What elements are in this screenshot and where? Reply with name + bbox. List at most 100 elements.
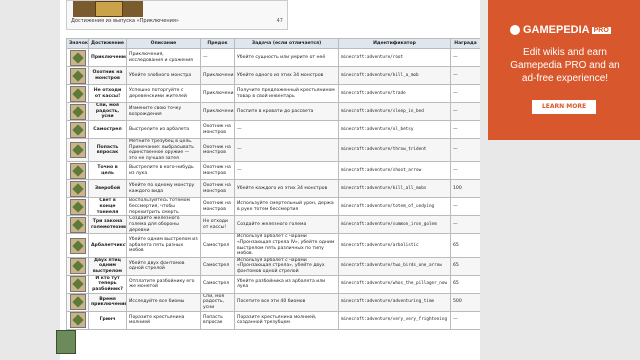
table-row: Три закона големотехникиСоздайте железно… [66,215,480,235]
advancement-reward: — [450,84,480,103]
advancement-reward: — [450,310,480,330]
advancement-description: Измените свою точку возрождения [126,102,201,121]
painting-image[interactable] [73,1,143,17]
learn-more-button[interactable]: LEARN MORE [532,100,596,114]
advancement-task: Создайте железного голема [234,215,339,235]
col-parent[interactable]: Предок [200,38,235,49]
advancement-id: minecraft:adventure/ol_betsy [338,120,451,139]
advancement-description: Метните трезубец в цель. Примечание: выб… [126,137,201,163]
advancement-frame-icon[interactable] [69,49,86,66]
ad-headline: Edit wikis and earn Gamepedia PRO and an… [510,47,620,84]
advancement-task: Убейте сущность или умрите от неё [234,48,339,67]
col-task[interactable]: Задача (если отличается) [234,38,339,49]
advancement-frame-icon[interactable] [69,142,86,159]
advancement-parent: Попасть впросак [200,310,235,330]
wiki-content: Достижения из выпуска «Приключения» 47 З… [60,0,480,360]
col-description[interactable]: Описание [126,38,201,49]
advancement-frame-icon[interactable] [69,67,86,84]
table-row: Гринч Поразите крестьянина молнией Попасть… [66,310,480,330]
col-icon[interactable]: Значок [66,38,89,49]
col-id[interactable]: Идентификатор [338,38,451,49]
table-row: Охотник на монстров Убейте злобного монст… [66,66,480,85]
advancement-frame-icon[interactable] [69,237,86,254]
advancement-description: Исследуйте все биомы [126,292,201,312]
advancement-frame-icon[interactable] [69,276,86,293]
table-row: И кто тут теперь разбойник? Отплатите раз… [66,274,480,294]
player-avatar [56,330,76,354]
advancement-icon [66,215,89,235]
advancement-frame-icon[interactable] [69,180,86,197]
advancement-icon [66,233,89,258]
advancement-name: Приключения [88,48,127,67]
advancement-id: minecraft:adventure/summon_iron_golem [338,215,451,235]
advancement-parent: Охотник на монстров [200,197,235,217]
advancement-icon [66,292,89,312]
advancement-icon [66,137,89,163]
advancement-name: Охотник на монстров [88,66,127,85]
advancement-task: Получите предложенный крестьянином товар… [234,84,339,103]
ad-banner[interactable]: GAMEPEDIA PRO Edit wikis and earn Gameped… [488,0,640,140]
advancement-icon [66,256,89,276]
advancement-description: Воспользуйтесь тотемом бессмертия, чтобы… [126,197,201,217]
advancement-name: Двух птиц одним выстрелом [88,256,127,276]
advancement-frame-icon[interactable] [69,258,86,275]
gamepedia-logo-icon [510,25,520,36]
advancement-parent: Охотник на монстров [200,120,235,139]
advancement-icon [66,102,89,121]
advancement-parent: Не отходи от кассы! [200,215,235,235]
advancement-description: Убейте одним выстрелом из арбалета пять … [126,233,201,258]
advancement-name: Точно в цель [88,161,127,181]
advancement-icon [66,66,89,85]
advancement-description: Выстрелите в кого-нибудь из лука [126,161,201,181]
advancement-frame-icon[interactable] [69,312,86,329]
gallery-number: 47 [276,18,283,24]
advancement-icon [66,120,89,139]
advancement-parent: Самострел [200,233,235,258]
advancement-name: И кто тут теперь разбойник? [88,274,127,294]
advancement-task: — [234,161,339,181]
table-row: Время приключений! Исследуйте все биомы Сп… [66,292,480,312]
advancement-frame-icon[interactable] [69,294,86,311]
advancement-frame-icon[interactable] [69,103,86,120]
advancement-description: Приключения, исследования и сражения [126,48,201,67]
table-body: Приключения Приключения, исследования и с… [66,48,480,330]
col-advancement[interactable]: Достижение [88,38,127,49]
table-row: Самострел Выстрелите из арбалета Охотник н… [66,120,480,139]
advancement-frame-icon[interactable] [69,121,86,138]
table-header-row: Значок Достижение Описание Предок Задача… [66,38,480,49]
col-reward[interactable]: Награда [450,38,480,49]
advancement-name: Попасть впросак [88,137,127,163]
advancement-icon [66,84,89,103]
table-row: Приключения Приключения, исследования и с… [66,48,480,67]
advancement-description: Убейте двух фантомов одной стрелой [126,256,201,276]
advancement-task: Используйте смертельный урон, держа в ру… [234,197,339,217]
advancement-id: minecraft:adventure/root [338,48,451,67]
advancement-id: minecraft:adventure/adventuring_time [338,292,451,312]
advancement-icon [66,197,89,217]
advancement-name: Время приключений! [88,292,127,312]
advancement-description: Убейте по одному монстру каждого вида [126,179,201,199]
advancement-description: Выстрелите из арбалета [126,120,201,139]
advancement-frame-icon[interactable] [69,216,86,233]
advancement-name: Гринч [88,310,127,330]
advancement-parent: Охотник на монстров [200,161,235,181]
advancement-name: Три закона големотехники [88,215,127,235]
advancement-id: minecraft:adventure/very_very_frightenin… [338,310,451,330]
advancement-parent: Приключения [200,66,235,85]
advancement-parent: Спи, моя радость, усни [200,292,235,312]
advancement-description: Успешно поторгуйте с деревенскими жителе… [126,84,201,103]
advancement-reward: — [450,197,480,217]
advancement-name: Самострел [88,120,127,139]
advancement-reward: 65 [450,233,480,258]
advancement-id: minecraft:adventure/kill_a_mob [338,66,451,85]
advancement-task: Убейте каждого из этих 34 монстров [234,179,339,199]
advancement-frame-icon[interactable] [69,162,86,179]
advancement-description: Создайте железного голема для обороны де… [126,215,201,235]
advancement-reward: — [450,102,480,121]
advancement-frame-icon[interactable] [69,198,86,215]
advancement-frame-icon[interactable] [69,85,86,102]
advancement-task: Убейте одного из этих 34 монстров [234,66,339,85]
advancement-task: Используя арбалет с чарами «Пронзающая с… [234,233,339,258]
advancement-parent: Охотник на монстров [200,179,235,199]
advancement-reward: — [450,48,480,67]
